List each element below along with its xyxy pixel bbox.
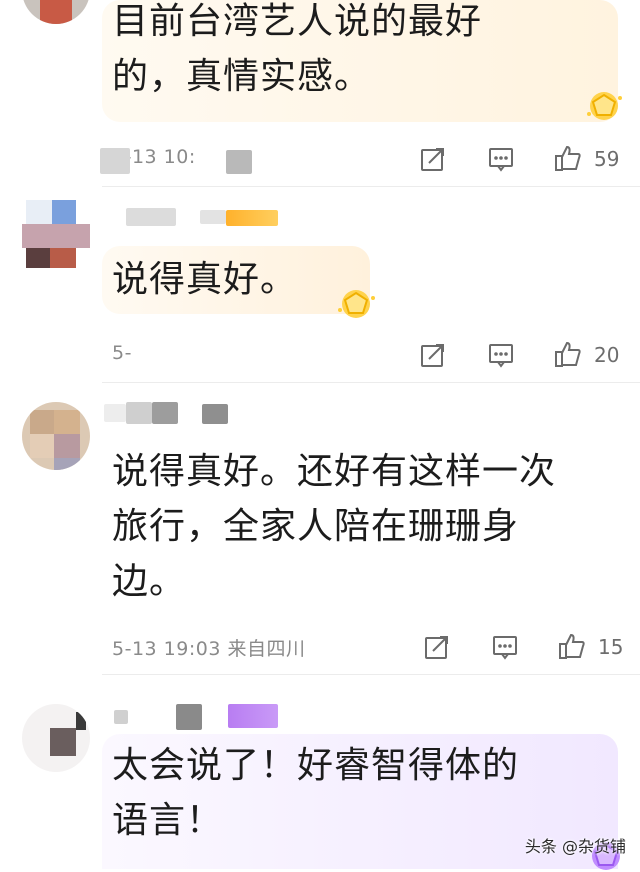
like-count: 15 (598, 635, 624, 659)
username-blur (176, 704, 202, 730)
avatar[interactable] (22, 402, 90, 470)
share-icon[interactable] (420, 146, 446, 172)
comment-1: 目前台湾艺人说的最好 的，真情实感。 5-13 10: 59 (0, 0, 640, 188)
divider (102, 382, 640, 383)
username-blur (126, 208, 176, 226)
username-blur (114, 710, 128, 724)
avatar[interactable] (22, 704, 90, 772)
like-icon[interactable] (554, 144, 582, 172)
comment-meta: 5- (112, 342, 132, 364)
reply-icon[interactable] (492, 634, 518, 660)
comment-meta: 5-13 19:03 来自四川 (112, 638, 306, 660)
meta-blur (100, 148, 130, 174)
comment-text: 说得真好。 (112, 259, 298, 300)
comment-text: 太会说了！好睿智得体的 语言！ (112, 745, 520, 841)
avatar[interactable] (22, 200, 90, 268)
username-blur (152, 402, 178, 424)
meta-blur (226, 150, 252, 174)
like-icon[interactable] (554, 340, 582, 368)
username-blur (200, 210, 226, 224)
username-blur (202, 404, 228, 424)
comment-text: 说得真好。还好有这样一次 旅行，全家人陪在珊珊身 边。 (112, 451, 557, 602)
username-blur (126, 402, 152, 424)
like-icon[interactable] (558, 632, 586, 660)
avatar[interactable] (22, 0, 90, 24)
divider (102, 186, 640, 187)
share-icon[interactable] (424, 634, 450, 660)
reply-icon[interactable] (488, 146, 514, 172)
share-icon[interactable] (420, 342, 446, 368)
comment-3: 说得真好。还好有这样一次 旅行，全家人陪在珊珊身 边。 5-13 19:03 来… (0, 384, 640, 676)
user-badge (228, 704, 278, 728)
reply-icon[interactable] (488, 342, 514, 368)
comment-text: 目前台湾艺人说的最好 的，真情实感。 (112, 1, 483, 97)
comment-2: 说得真好。 5- 20 (0, 188, 640, 384)
watermark: 头条 @杂货铺 (524, 837, 626, 856)
user-badge (226, 210, 278, 226)
like-count: 20 (594, 343, 620, 367)
crown-badge-icon (587, 92, 622, 120)
divider (102, 674, 640, 675)
username-blur (104, 404, 126, 422)
crown-badge-icon (338, 290, 375, 318)
like-count: 59 (594, 147, 620, 171)
